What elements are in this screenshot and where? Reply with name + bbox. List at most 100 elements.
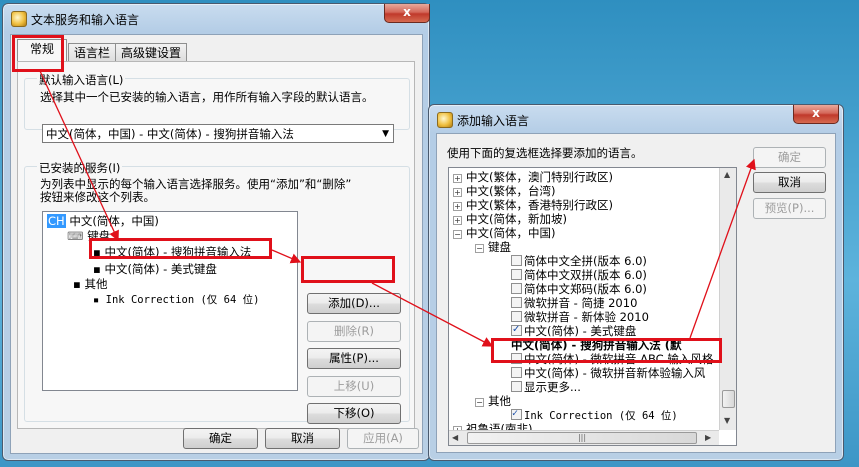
tree-keyboard-item-label: 中文(简体) - 美式键盘 [104, 262, 217, 276]
remove-button[interactable]: 删除(R) [307, 321, 401, 342]
bullet-icon: ▪ [73, 277, 85, 291]
annotation-box-add-button [301, 256, 395, 283]
tree-keyboard-item-label: 微软拼音 - 新体验 2010 [524, 310, 649, 324]
tree-keyboard-item[interactable]: 简体中文双拼(版本 6.0) [511, 269, 647, 282]
collapse-icon[interactable]: − [475, 244, 484, 253]
tree-language-label: 中文(简体，中国) [69, 214, 159, 228]
annotation-box-general-tab [12, 35, 64, 72]
add-window-title: 添加输入语言 [457, 114, 530, 128]
tree-language-expanded[interactable]: − 中文(简体，中国) [453, 227, 555, 240]
tree-keyboard-item[interactable]: 微软拼音 - 简捷 2010 [511, 297, 637, 310]
tree-keyboard-item[interactable]: 微软拼音 - 新体验 2010 [511, 311, 649, 324]
tree-other-group-label: 其他 [84, 277, 108, 291]
add-client-area: 使用下面的复选框选择要添加的语言。 确定 取消 预览(P)... + 中文(繁体，… [436, 133, 836, 453]
bullet-icon: ▪ [93, 294, 106, 306]
tree-keyboard-item-label: 简体中文全拼(版本 6.0) [524, 254, 647, 268]
tree-other-item[interactable]: ▪ Ink Correction (仅 64 位) [93, 294, 259, 307]
tab-advanced-label: 高级键设置 [120, 46, 181, 60]
expand-icon[interactable]: + [453, 216, 462, 225]
keyboard-app-icon [11, 11, 27, 27]
tree-keyboard-item-label: 中文(简体) - 微软拼音新体验输入风 [524, 366, 706, 380]
tree-other-item[interactable]: Ink Correction (仅 64 位) [511, 407, 678, 423]
scroll-grip-icon: ||| [577, 433, 587, 442]
properties-button[interactable]: 属性(P)... [307, 348, 401, 369]
language-badge: CH [47, 214, 66, 228]
dropdown-arrow-icon: ▼ [382, 129, 389, 139]
tree-show-more-item[interactable]: 显示更多... [511, 381, 581, 394]
tree-language-label: 中文(繁体，台湾) [466, 184, 556, 198]
tree-language-collapsed[interactable]: + 中文(繁体，台湾) [453, 185, 555, 198]
tab-advanced-key-settings[interactable]: 高级键设置 [115, 43, 187, 62]
tree-keyboard-item[interactable]: 中文(简体) - 微软拼音新体验输入风 [511, 367, 705, 380]
tree-keyboard-group[interactable]: − 键盘 [475, 241, 511, 254]
move-up-button[interactable]: 上移(U) [307, 376, 401, 397]
ok-button[interactable]: 确定 [183, 428, 258, 449]
default-language-dropdown[interactable]: 中文(简体，中国) - 中文(简体) - 搜狗拼音输入法 ▼ [42, 124, 394, 143]
annotation-box-abc-ime [491, 338, 722, 363]
cancel-button[interactable]: 取消 [265, 428, 340, 449]
default-language-value: 中文(简体，中国) - 中文(简体) - 搜狗拼音输入法 [46, 127, 294, 141]
tree-other-item-label: Ink Correction (仅 64 位) [105, 294, 260, 306]
tree-keyboard-item[interactable]: 中文(简体) - 美式键盘 [511, 323, 636, 338]
checkbox[interactable] [511, 367, 522, 378]
collapse-icon[interactable]: − [453, 230, 462, 239]
tree-language-label: 中文(简体，新加坡) [466, 212, 567, 226]
tree-keyboard-item-label: 微软拼音 - 简捷 2010 [524, 296, 638, 310]
tree-language-label: 中文(繁体，香港特别行政区) [466, 198, 613, 212]
tree-keyboard-item[interactable]: ▪ 中文(简体) - 美式键盘 [93, 263, 217, 276]
add-language-tree[interactable]: + 中文(繁体，澳门特别行政区) + 中文(繁体，台湾) + 中文(繁体，香港特别行政… [448, 167, 737, 446]
expand-icon[interactable]: + [453, 188, 462, 197]
scroll-left-arrow-icon[interactable]: ◀ [452, 433, 458, 442]
tree-language-label: 中文(简体，中国) [466, 226, 556, 240]
apply-button[interactable]: 应用(A) [347, 428, 419, 449]
add-title-bar[interactable]: 添加输入语言 x [429, 105, 843, 133]
tree-other-group[interactable]: − 其他 [475, 395, 511, 408]
scroll-up-arrow-icon[interactable]: ▲ [724, 170, 730, 179]
tree-language-node[interactable]: CH 中文(简体，中国) [47, 214, 159, 228]
checkbox-checked[interactable] [511, 323, 522, 336]
collapse-icon[interactable]: − [475, 398, 484, 407]
tree-show-more-label: 显示更多... [524, 380, 581, 394]
checkbox[interactable] [511, 283, 522, 294]
move-down-button[interactable]: 下移(O) [307, 403, 401, 424]
scroll-down-arrow-icon[interactable]: ▼ [724, 416, 730, 425]
tree-horizontal-scrollbar[interactable]: ◀ ||| ▶ [449, 430, 719, 445]
add-description: 使用下面的复选框选择要添加的语言。 [447, 146, 643, 160]
expand-icon[interactable]: + [453, 174, 462, 183]
bullet-icon: ▪ [93, 262, 105, 276]
annotation-box-installed-ime [89, 238, 272, 259]
add-cancel-button[interactable]: 取消 [753, 172, 826, 193]
checkbox[interactable] [511, 255, 522, 266]
tab-language-bar[interactable]: 语言栏 [68, 43, 116, 62]
tree-language-collapsed[interactable]: + 中文(繁体，香港特别行政区) [453, 199, 613, 212]
checkbox[interactable] [511, 269, 522, 280]
checkbox-checked[interactable] [511, 407, 522, 420]
vertical-scroll-thumb[interactable] [722, 390, 735, 408]
tree-keyboard-item[interactable]: 简体中文郑码(版本 6.0) [511, 283, 647, 296]
checkbox[interactable] [511, 381, 522, 392]
default-language-group-label: 默认输入语言(L) [37, 72, 126, 88]
tree-keyboard-item-label: 简体中文郑码(版本 6.0) [524, 282, 647, 296]
horizontal-scroll-thumb[interactable]: ||| [467, 432, 697, 444]
add-ok-button[interactable]: 确定 [753, 147, 826, 168]
tree-other-item-label: Ink Correction (仅 64 位) [524, 410, 678, 422]
tree-vertical-scrollbar[interactable]: ▲ ▼ [719, 168, 736, 430]
tree-keyboard-item[interactable]: 简体中文全拼(版本 6.0) [511, 255, 647, 268]
tree-language-collapsed[interactable]: + 中文(简体，新加坡) [453, 213, 567, 226]
expand-icon[interactable]: + [453, 202, 462, 211]
checkbox[interactable] [511, 297, 522, 308]
main-close-button[interactable]: x [384, 4, 430, 23]
add-preview-button[interactable]: 预览(P)... [753, 198, 826, 219]
add-close-button[interactable]: x [793, 105, 839, 124]
add-language-dialog-window: 添加输入语言 x 使用下面的复选框选择要添加的语言。 确定 取消 预览(P)..… [428, 104, 844, 461]
checkbox[interactable] [511, 311, 522, 322]
main-title-bar[interactable]: 文本服务和输入语言 x [3, 4, 430, 32]
tree-other-group-label: 其他 [488, 394, 511, 408]
add-button[interactable]: 添加(D)... [307, 293, 401, 314]
tree-language-collapsed[interactable]: + 中文(繁体，澳门特别行政区) [453, 171, 613, 184]
scroll-right-arrow-icon[interactable]: ▶ [705, 433, 711, 442]
installed-services-group-label: 已安装的服务(I) [37, 160, 123, 176]
tree-keyboard-group-label: 键盘 [488, 240, 511, 254]
tree-other-group[interactable]: ▪ 其他 [73, 278, 107, 291]
tab-language-bar-label: 语言栏 [73, 46, 110, 60]
